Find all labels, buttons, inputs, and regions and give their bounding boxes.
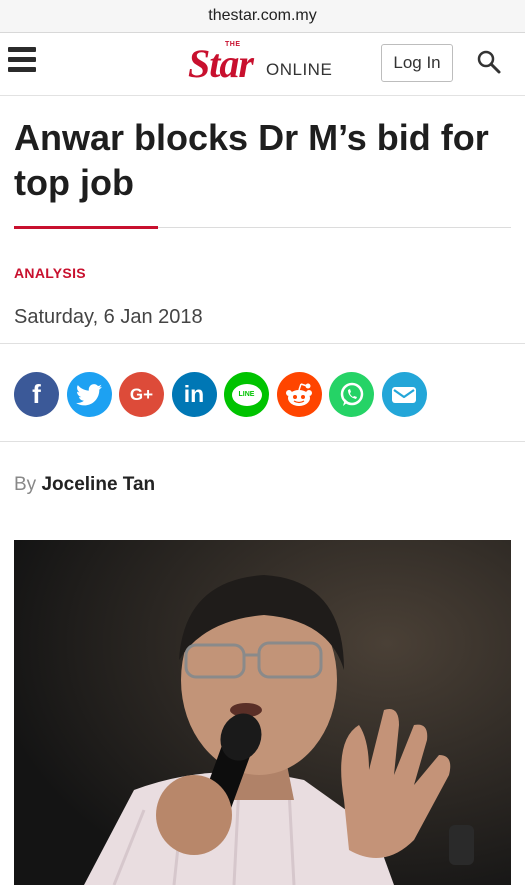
article-photo	[14, 540, 511, 885]
headline-divider	[14, 226, 511, 229]
linkedin-icon: in	[183, 381, 205, 407]
email-share-button[interactable]	[381, 372, 427, 417]
google-plus-share-button[interactable]: G+	[119, 372, 164, 417]
google-plus-icon: G+	[129, 384, 154, 404]
browser-url-bar[interactable]: thestar.com.my	[0, 0, 525, 33]
divider	[0, 343, 525, 344]
facebook-icon: f	[32, 379, 41, 409]
line-icon: LINE	[231, 383, 262, 406]
article-headline: Anwar blocks Dr M’s bid for top job	[14, 117, 489, 203]
line-share-button[interactable]: LINE	[224, 372, 269, 417]
twitter-icon	[76, 383, 102, 405]
star-online-logo[interactable]: THE Star ONLINE	[188, 41, 348, 86]
author-name[interactable]: Joceline Tan	[41, 474, 155, 495]
share-bar: f G+ in LINE	[14, 372, 434, 417]
facebook-share-button[interactable]: f	[14, 372, 59, 417]
twitter-share-button[interactable]	[66, 372, 112, 417]
reddit-icon	[286, 382, 312, 406]
logo-online: ONLINE	[266, 60, 333, 79]
byline-prefix: By	[14, 474, 37, 495]
email-icon	[392, 386, 416, 403]
logo-star: Star	[188, 41, 254, 86]
whatsapp-share-button[interactable]	[329, 372, 374, 417]
search-icon[interactable]	[476, 49, 502, 75]
article-category[interactable]: ANALYSIS	[14, 265, 86, 281]
reddit-share-button[interactable]	[276, 372, 322, 417]
whatsapp-icon	[340, 382, 363, 406]
divider	[0, 441, 525, 442]
linkedin-share-button[interactable]: in	[171, 372, 217, 417]
site-header: THE Star ONLINE Log In	[0, 33, 525, 96]
login-button[interactable]: Log In	[381, 44, 453, 82]
article-date: Saturday, 6 Jan 2018	[14, 306, 203, 328]
byline: By Joceline Tan	[14, 474, 155, 496]
url-text: thestar.com.my	[208, 7, 317, 24]
menu-icon[interactable]	[8, 47, 36, 73]
